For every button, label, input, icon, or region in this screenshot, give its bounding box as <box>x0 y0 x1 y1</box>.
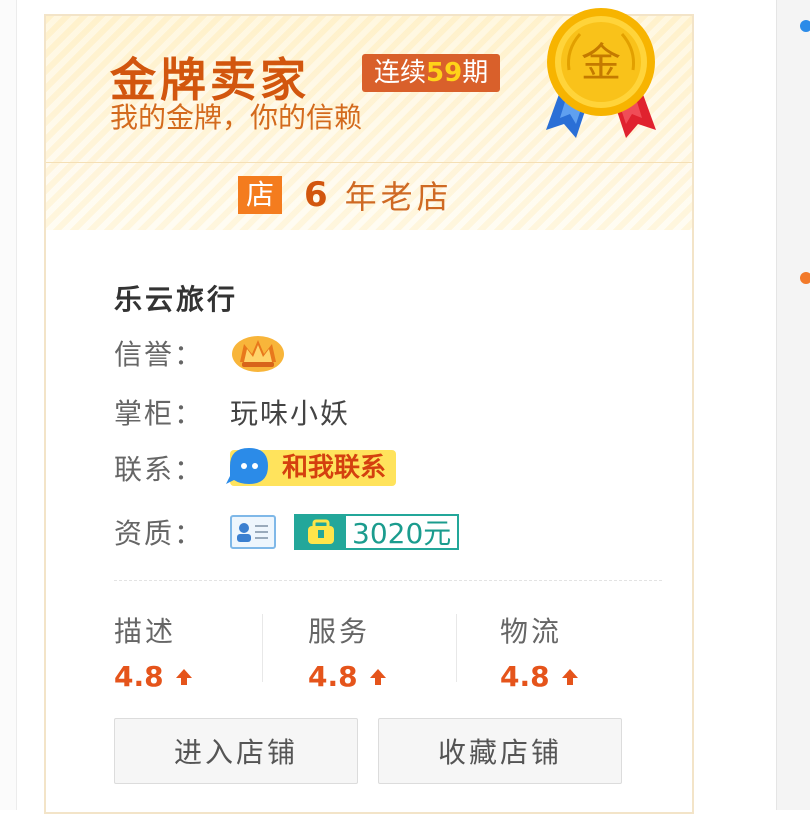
deposit-bag-icon <box>296 516 346 548</box>
owner-name[interactable]: 玩味小妖 <box>230 392 350 432</box>
arrow-up-icon <box>369 668 386 685</box>
banner-divider <box>46 162 692 163</box>
side-dot-blue <box>800 20 810 32</box>
score-label: 服务 <box>308 615 371 648</box>
id-card-icon[interactable] <box>230 515 276 549</box>
arrow-up-icon <box>175 668 192 685</box>
deposit-amount: 3020元 <box>352 517 452 550</box>
score-service: 服务 4.8 <box>308 610 458 693</box>
shop-years-text: 年老店 <box>344 178 453 216</box>
shop-years: 6 <box>304 175 331 215</box>
score-description: 描述 4.8 <box>114 610 264 693</box>
qualification-row: 资质： 3020元 <box>114 512 460 552</box>
score-label: 物流 <box>500 615 563 648</box>
score-value: 4.8 <box>500 660 650 693</box>
credit-label: 信誉： <box>114 338 205 371</box>
credit-row: 信誉： <box>114 332 286 374</box>
contact-label: 联系： <box>114 453 205 486</box>
contact-me-button[interactable]: 和我联系 <box>226 448 397 486</box>
owner-label: 掌柜： <box>114 397 205 430</box>
score-value: 4.8 <box>114 660 264 693</box>
streak-badge: 连续59期 <box>362 54 501 92</box>
arrow-up-icon <box>561 668 578 685</box>
slogan: 我的金牌，你的信赖 <box>110 101 363 134</box>
score-label: 描述 <box>114 615 177 648</box>
side-dot-orange <box>800 272 810 284</box>
chat-bubble-icon <box>226 448 268 484</box>
gold-seller-banner: 金牌卖家 连续59期 我的金牌，你的信赖 金 店 6 年老店 <box>46 8 692 230</box>
svg-text:金: 金 <box>581 40 621 86</box>
score-separator <box>262 614 263 682</box>
old-shop-row: 店 6 年老店 <box>238 174 453 216</box>
seller-card: 金牌卖家 连续59期 我的金牌，你的信赖 金 店 6 年老店 乐云旅行 信誉： <box>44 8 694 814</box>
right-side-panel <box>776 0 810 810</box>
score-logistics: 物流 4.8 <box>500 610 650 693</box>
deposit-badge[interactable]: 3020元 <box>294 514 460 550</box>
shop-name[interactable]: 乐云旅行 <box>114 278 238 318</box>
qualification-label: 资质： <box>114 517 205 550</box>
score-value: 4.8 <box>308 660 458 693</box>
dashed-divider <box>114 580 662 581</box>
shop-badge: 店 <box>238 176 282 214</box>
left-edge-panel <box>0 0 17 810</box>
owner-row: 掌柜： 玩味小妖 <box>114 392 350 432</box>
crown-icon <box>232 336 284 372</box>
gold-medal-icon: 金 <box>546 8 656 138</box>
score-separator <box>456 614 457 682</box>
contact-row: 联系： 和我联系 <box>114 448 397 488</box>
favorite-shop-button[interactable]: 收藏店铺 <box>378 718 622 784</box>
enter-shop-button[interactable]: 进入店铺 <box>114 718 358 784</box>
